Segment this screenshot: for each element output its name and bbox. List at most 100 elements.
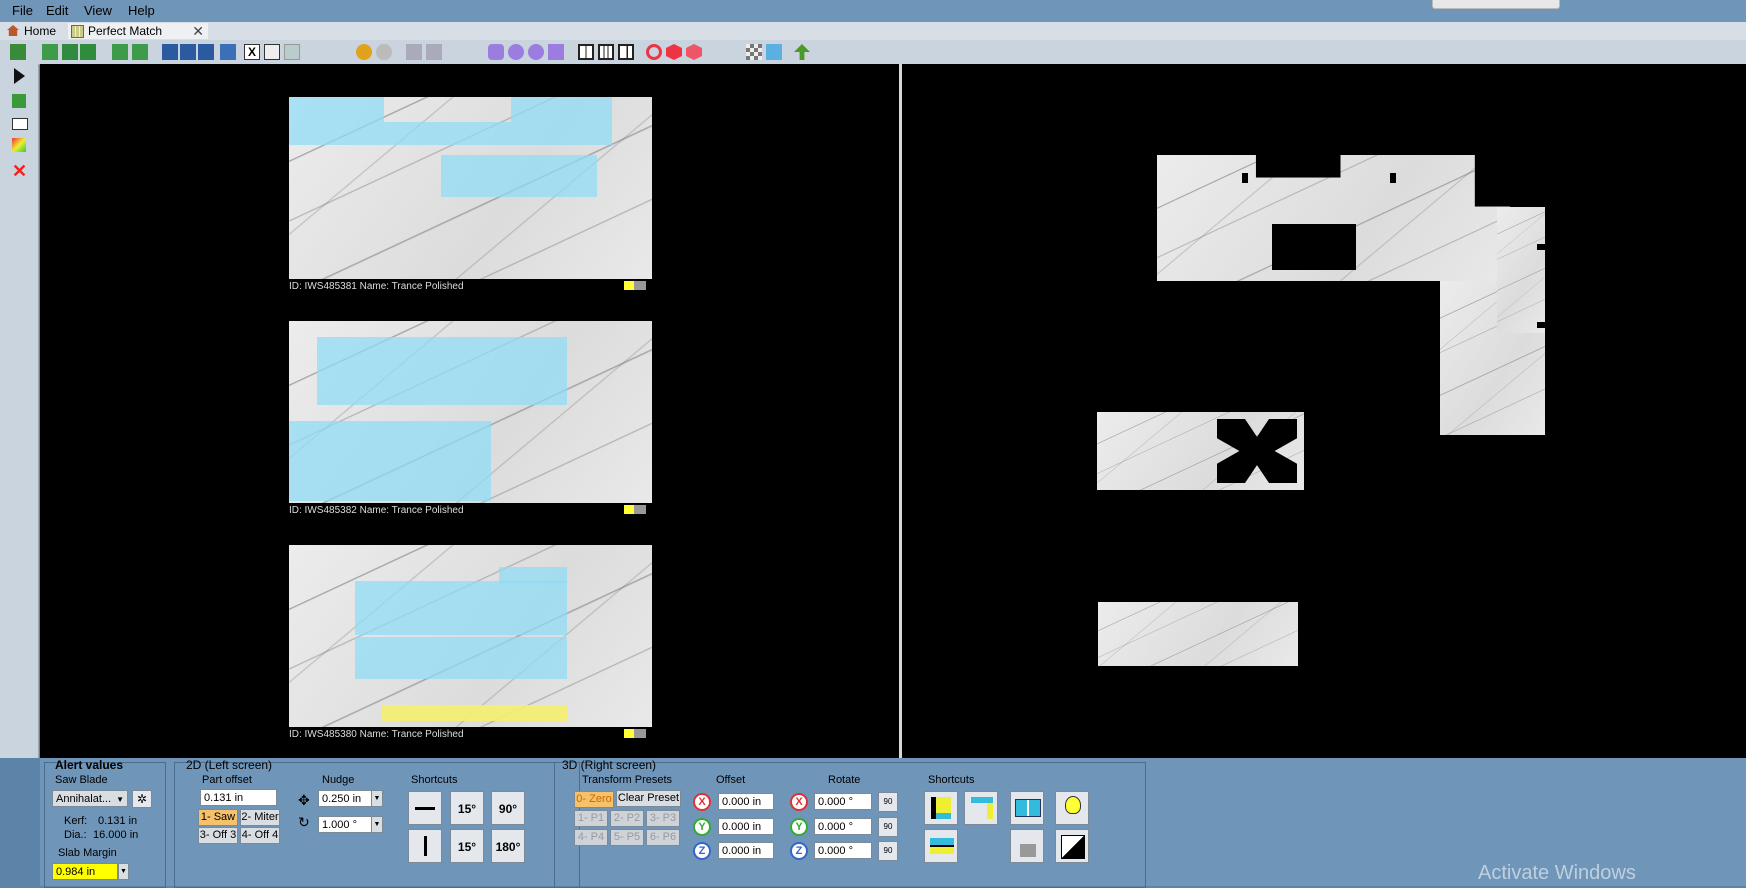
split-three-icon[interactable] — [618, 44, 634, 60]
countertop-return[interactable] — [1497, 207, 1545, 333]
part-piece[interactable] — [384, 122, 612, 145]
part-piece[interactable] — [317, 337, 567, 405]
view-2d[interactable]: ID: IWS485381 Name: Trance Polished ID: … — [40, 64, 899, 758]
rotate-x-90-button[interactable]: 90 — [878, 792, 898, 812]
search-part-icon[interactable] — [112, 44, 128, 60]
menu-view[interactable]: View — [84, 3, 112, 18]
play-icon[interactable] — [14, 68, 25, 84]
menu-help[interactable]: Help — [128, 3, 155, 18]
refresh-icon[interactable] — [646, 44, 662, 60]
save-icon[interactable] — [162, 44, 178, 60]
part-piece[interactable] — [441, 155, 597, 197]
off4-button[interactable]: 4- Off 4 — [240, 827, 280, 844]
delete-icon[interactable]: ✕ — [12, 162, 27, 180]
excel-icon[interactable]: X — [244, 44, 260, 60]
horizontal-align-button[interactable] — [408, 791, 442, 825]
slab-2[interactable] — [289, 321, 652, 503]
redo-icon[interactable] — [376, 44, 392, 60]
rotate-180-button[interactable]: 180° — [491, 829, 525, 863]
fit-icon[interactable] — [548, 44, 564, 60]
part-piece[interactable] — [355, 637, 567, 679]
view-3d[interactable] — [902, 64, 1746, 758]
preset-p5-button[interactable]: 5- P5 — [610, 829, 644, 846]
preset-p3-button[interactable]: 3- P3 — [646, 810, 680, 827]
slab-1[interactable] — [289, 97, 652, 279]
pan-hand-icon[interactable] — [488, 44, 504, 60]
mirror-icon[interactable] — [766, 44, 782, 60]
slab-grid-icon[interactable] — [62, 44, 78, 60]
split-one-icon[interactable] — [578, 44, 594, 60]
saw-blade-select[interactable]: Annihalat... ▼ — [52, 790, 128, 807]
barcode-icon[interactable] — [284, 44, 300, 60]
layout-icon[interactable] — [10, 44, 26, 60]
chevron-down-icon[interactable]: ▼ — [371, 816, 383, 833]
stack-button[interactable] — [924, 829, 958, 863]
cube-icon[interactable] — [220, 44, 236, 60]
table-icon[interactable] — [264, 44, 280, 60]
nudge-move-field[interactable]: 0.250 in — [318, 790, 372, 807]
off3-button[interactable]: 3- Off 3 — [198, 827, 238, 844]
offset-z-field[interactable]: 0.000 in — [718, 842, 774, 859]
corner-r-button[interactable] — [964, 791, 998, 825]
color-map-icon[interactable] — [12, 138, 26, 152]
side-by-side-button[interactable] — [1010, 791, 1044, 825]
offset-y-field[interactable]: 0.000 in — [718, 818, 774, 835]
preset-p1-button[interactable]: 1- P1 — [574, 810, 608, 827]
export-icon[interactable] — [198, 44, 214, 60]
part-piece[interactable] — [511, 97, 612, 122]
undo-icon[interactable] — [356, 44, 372, 60]
nest-icon[interactable] — [12, 94, 26, 108]
strip-piece[interactable] — [1098, 602, 1298, 666]
vertical-align-button[interactable] — [408, 829, 442, 863]
saw-button[interactable]: 1- Saw — [198, 809, 238, 826]
part-piece[interactable] — [499, 567, 567, 583]
menu-edit[interactable]: Edit — [46, 3, 68, 18]
box-red-icon[interactable] — [666, 44, 682, 60]
miter-button[interactable]: 2- Miter — [240, 809, 280, 826]
nudge-rotate-field[interactable]: 1.000 ° — [318, 816, 372, 833]
rotate-x-field[interactable]: 0.000 ° — [814, 793, 872, 810]
part-piece[interactable] — [289, 421, 491, 501]
tab-perfect-match[interactable]: Perfect Match ✕ — [68, 23, 208, 39]
preset-p2-button[interactable]: 2- P2 — [610, 810, 644, 827]
clear-preset-button[interactable]: Clear Preset — [616, 790, 681, 807]
paste-icon[interactable] — [426, 44, 442, 60]
chevron-down-icon[interactable]: ▼ — [371, 790, 383, 807]
corner-l-button[interactable] — [924, 791, 958, 825]
rotate-15-ccw-button[interactable]: 15° — [450, 829, 484, 863]
box-pink-icon[interactable] — [686, 44, 702, 60]
split-two-icon[interactable] — [598, 44, 614, 60]
monitor-icon[interactable] — [80, 44, 96, 60]
window-controls[interactable] — [1432, 0, 1560, 9]
preset-p4-button[interactable]: 4- P4 — [574, 829, 608, 846]
lock-button[interactable] — [1010, 829, 1044, 863]
menu-file[interactable]: File — [12, 3, 33, 18]
rotate-z-90-button[interactable]: 90 — [878, 841, 898, 861]
rotate-view-icon[interactable] — [508, 44, 524, 60]
copy-icon[interactable] — [406, 44, 422, 60]
rotate-15-button[interactable]: 15° — [450, 791, 484, 825]
close-icon[interactable]: ✕ — [192, 23, 204, 39]
part-piece-selected[interactable] — [381, 705, 567, 721]
up-arrow-icon[interactable] — [794, 44, 810, 60]
lightbulb-button[interactable] — [1055, 791, 1089, 825]
part-piece[interactable] — [289, 97, 384, 145]
save-as-icon[interactable] — [180, 44, 196, 60]
slab-margin-field[interactable]: 0.984 in — [52, 863, 118, 880]
search-slab-icon[interactable] — [42, 44, 58, 60]
zoom-icon[interactable] — [528, 44, 544, 60]
rotate-y-field[interactable]: 0.000 ° — [814, 818, 872, 835]
rotate-z-field[interactable]: 0.000 ° — [814, 842, 872, 859]
zero-preset-button[interactable]: 0- Zero — [574, 791, 614, 808]
rotate-90-button[interactable]: 90° — [491, 791, 525, 825]
parts-icon[interactable] — [132, 44, 148, 60]
checker-icon[interactable] — [746, 44, 762, 60]
rotate-y-90-button[interactable]: 90 — [878, 817, 898, 837]
rectangle-icon[interactable] — [12, 118, 28, 130]
preset-p6-button[interactable]: 6- P6 — [646, 829, 680, 846]
gear-icon[interactable]: ✲ — [132, 790, 152, 808]
slab-3[interactable] — [289, 545, 652, 727]
offset-x-field[interactable]: 0.000 in — [718, 793, 774, 810]
part-piece[interactable] — [355, 581, 567, 635]
part-offset-field[interactable]: 0.131 in — [200, 789, 277, 806]
